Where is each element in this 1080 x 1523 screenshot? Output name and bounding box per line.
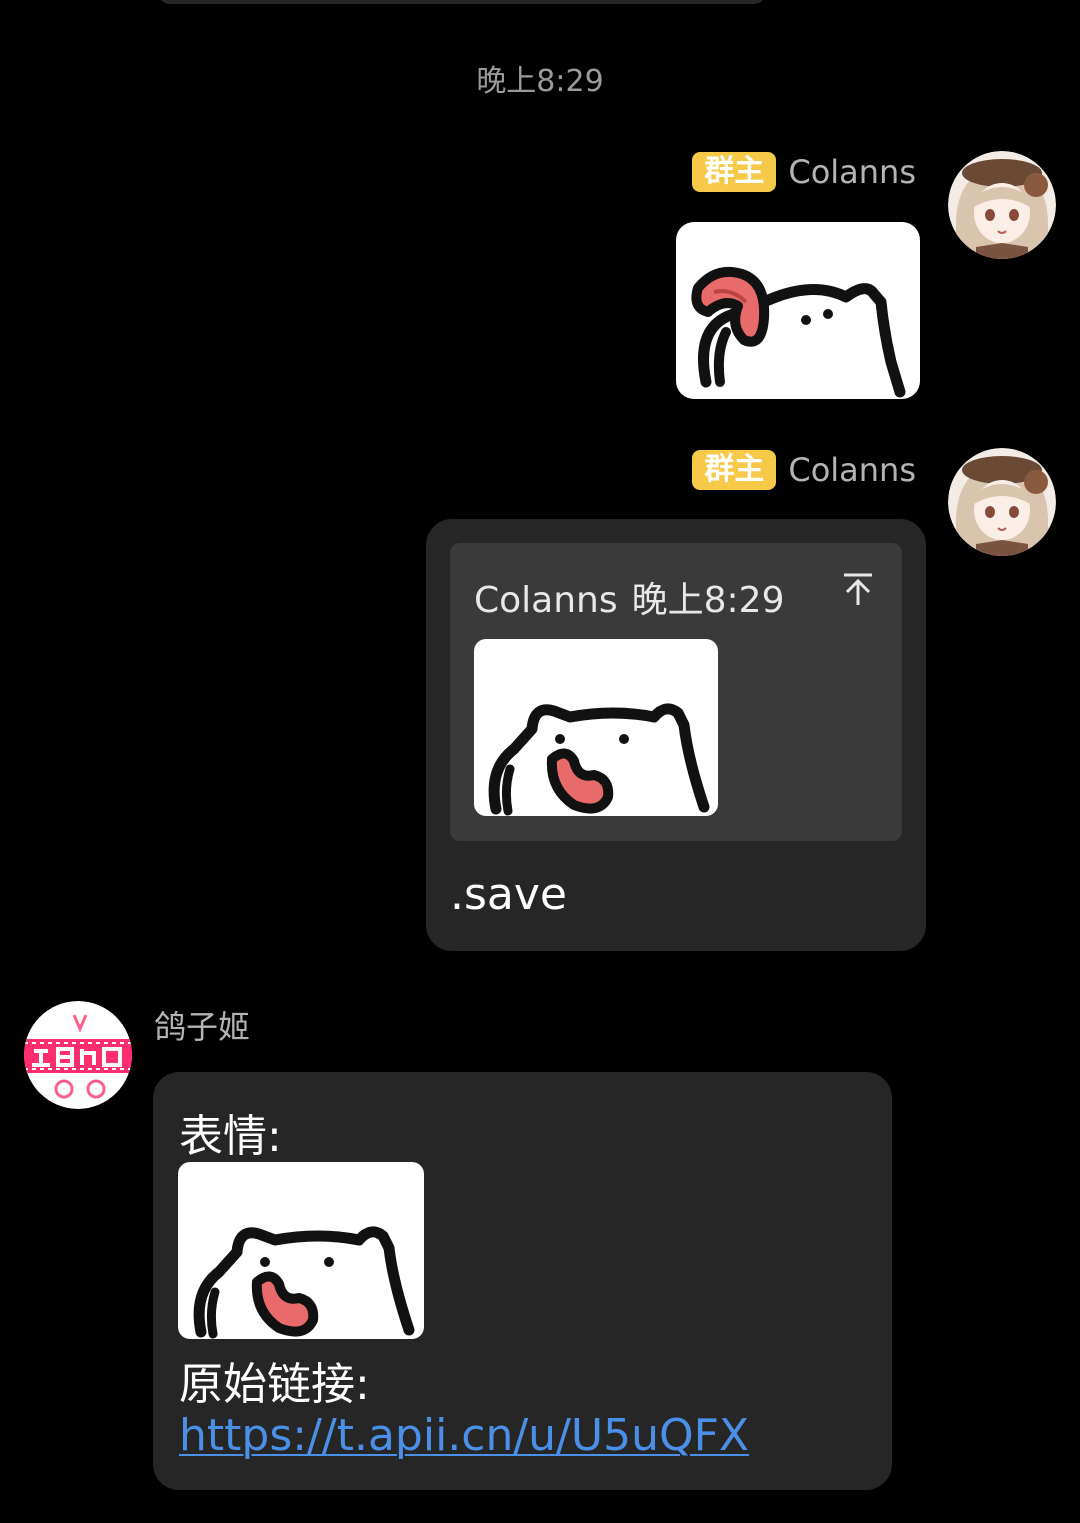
reply-message-bubble[interactable]: Colanns 晚上8:29 .save (426, 519, 926, 951)
sender-row: 群主 Colanns (692, 448, 916, 492)
cat-tongue-sticker-icon (691, 266, 906, 398)
anime-girl-avatar-icon (948, 151, 1056, 259)
sticker-message[interactable] (676, 222, 920, 399)
sender-name[interactable]: Colanns (788, 153, 916, 191)
inline-sticker[interactable] (178, 1162, 424, 1339)
sender-row: 群主 Colanns (692, 150, 916, 194)
message-bubble[interactable]: 表情: 原始链接: https://t.apii.cn/u/U5uQFX (153, 1072, 892, 1490)
owner-badge: 群主 (692, 152, 777, 192)
message-text: 原始链接: (179, 1359, 370, 1410)
message-text: .save (450, 869, 567, 920)
avatar-colanns[interactable] (948, 151, 1056, 259)
avatar-gezi[interactable] (24, 1001, 132, 1109)
jump-to-top-icon[interactable] (838, 569, 878, 609)
message-text: 表情: (179, 1111, 282, 1162)
sender-name[interactable]: 鸽子姬 (154, 1002, 250, 1048)
owner-badge: 群主 (692, 450, 777, 490)
previous-message-bubble[interactable] (158, 0, 766, 4)
sender-name[interactable]: Colanns (788, 451, 916, 489)
pink-logo-avatar-icon (24, 1001, 132, 1109)
quote-author: Colanns (474, 580, 618, 621)
cat-open-mouth-sticker-icon (193, 1226, 415, 1339)
quoted-message[interactable]: Colanns 晚上8:29 (450, 543, 902, 841)
anime-girl-avatar-icon (948, 448, 1056, 556)
quoted-sticker[interactable] (474, 639, 718, 816)
cat-open-mouth-sticker-icon (488, 703, 710, 816)
quote-time: 晚上8:29 (631, 580, 785, 621)
chat-timestamp: 晚上8:29 (476, 64, 604, 99)
message-link[interactable]: https://t.apii.cn/u/U5uQFX (179, 1410, 749, 1461)
avatar-colanns[interactable] (948, 448, 1056, 556)
quote-header: Colanns 晚上8:29 (474, 571, 784, 623)
